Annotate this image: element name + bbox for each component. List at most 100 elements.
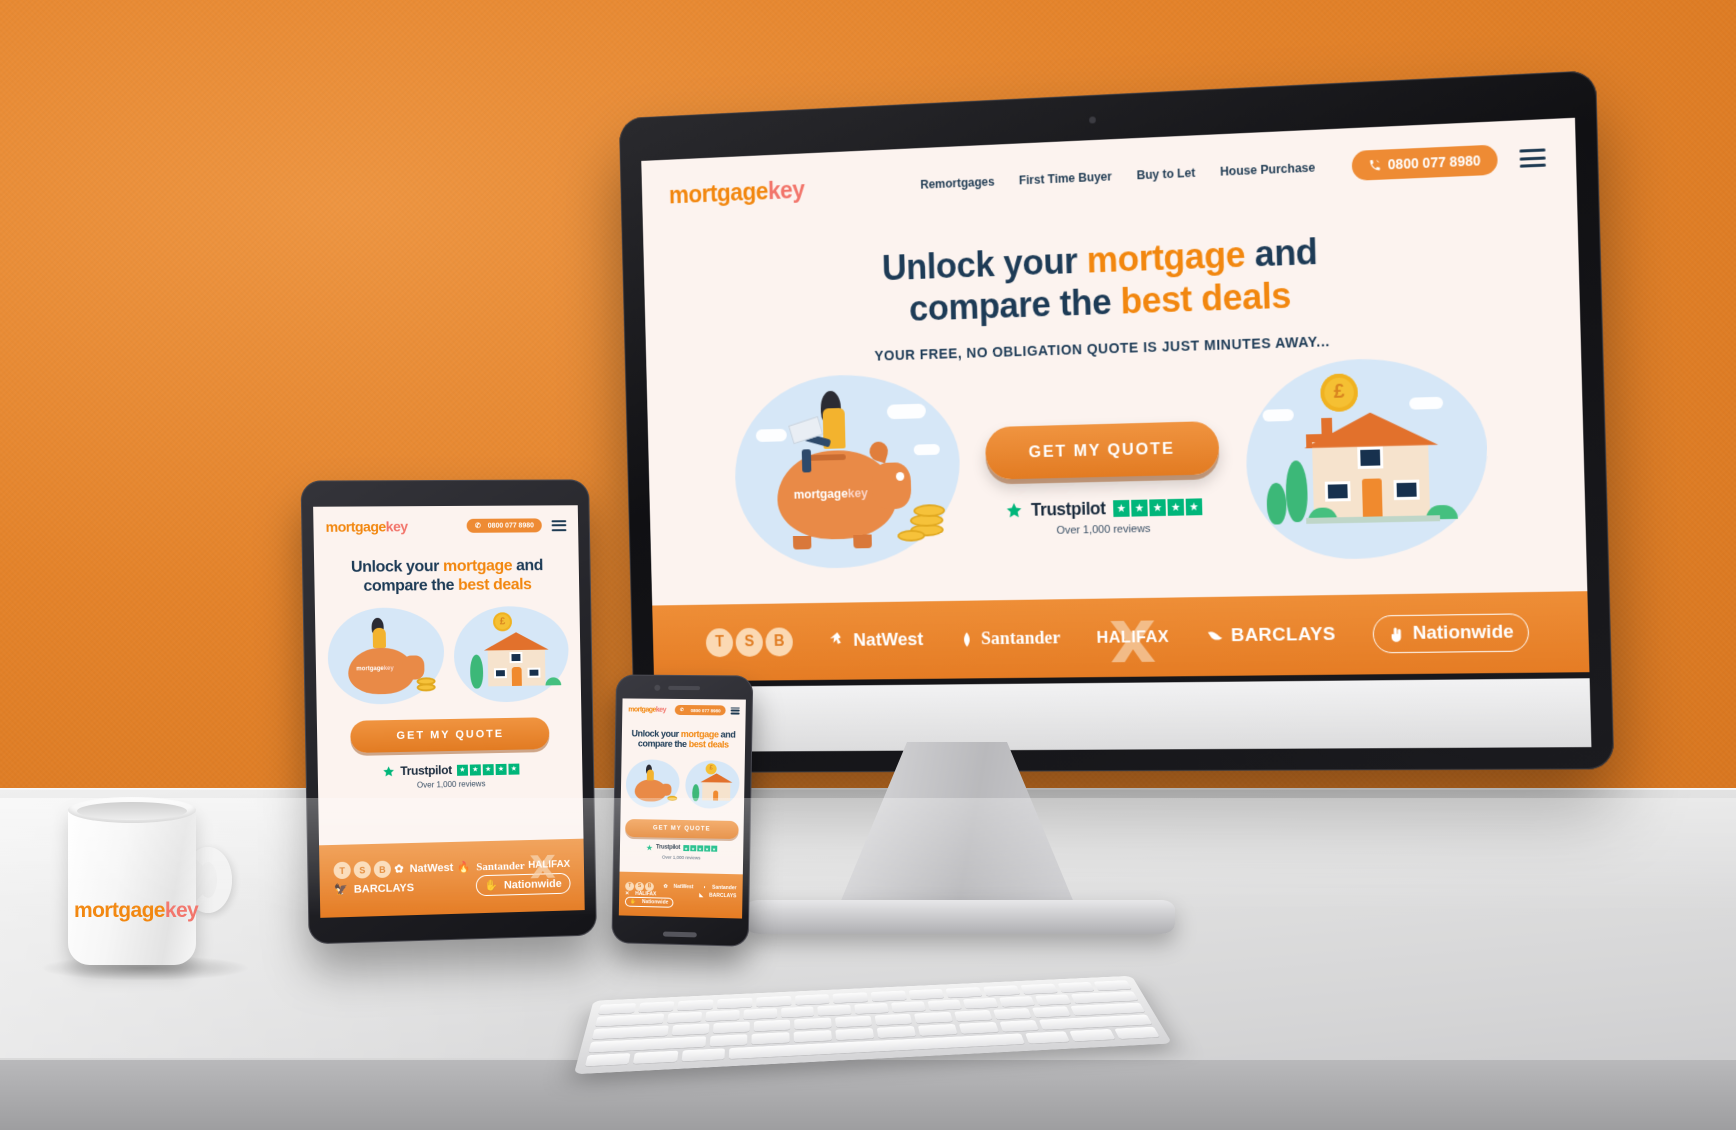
key[interactable] (1024, 1031, 1070, 1044)
coin-stack-item (667, 795, 678, 801)
key[interactable] (1113, 1026, 1160, 1040)
piggy-label-secondary: key (383, 665, 394, 673)
key[interactable] (633, 1050, 679, 1064)
key[interactable] (780, 1006, 815, 1018)
key[interactable] (794, 994, 830, 1006)
mobile-piggy-illustration (625, 759, 680, 808)
key[interactable] (712, 1021, 750, 1034)
key[interactable] (890, 1001, 926, 1013)
key[interactable] (870, 990, 907, 1002)
key[interactable] (817, 1004, 852, 1016)
nav-item-remortgages[interactable]: Remortgages (920, 175, 995, 192)
tablet-site-header: mortgagekey ✆ 0800 077 8980 (313, 505, 578, 547)
mobile-phone-cta-button[interactable]: ✆ 0800 077 8980 (674, 704, 726, 716)
house-door (1361, 478, 1383, 519)
key[interactable] (591, 1025, 669, 1040)
trustpilot-stars: ★ ★ ★ ★ ★ (1113, 498, 1203, 517)
phone-cta-button[interactable]: 0800 077 8980 (1351, 144, 1498, 181)
star-icon: ★ (683, 845, 690, 852)
key[interactable] (717, 997, 753, 1009)
key[interactable] (756, 995, 792, 1007)
key[interactable] (751, 1032, 791, 1045)
mug-body (68, 805, 196, 965)
tablet-get-my-quote-button[interactable]: GET MY QUOTE (350, 717, 550, 754)
piggy-label-primary: mortgage (793, 485, 848, 502)
key[interactable] (874, 1013, 913, 1026)
key[interactable] (927, 999, 963, 1011)
trustpilot-widget[interactable]: Trustpilot ★ ★ ★ ★ ★ Over 1,000 reviews (1004, 496, 1203, 537)
key[interactable] (854, 1002, 889, 1015)
key[interactable] (705, 1009, 740, 1022)
key[interactable] (834, 1015, 873, 1028)
key[interactable] (595, 1013, 665, 1027)
bank-name-label: Nationwide (641, 898, 669, 906)
key[interactable] (1034, 994, 1071, 1006)
logo-text-primary: mortgage (668, 177, 769, 209)
star-icon: ★ (1113, 499, 1130, 517)
tablet-hamburger-menu-icon[interactable] (551, 519, 567, 531)
mobile-trustpilot-widget[interactable]: ★ Trustpilot ★ ★ ★ ★ ★ Over 1,000 review… (646, 843, 718, 860)
bank-logo-barclays: ◣ BARCLAYS (699, 892, 736, 899)
key[interactable] (999, 996, 1035, 1007)
hamburger-menu-icon[interactable] (1519, 148, 1546, 168)
key[interactable] (1020, 983, 1058, 995)
key[interactable] (914, 1011, 953, 1024)
bank-logo-natwest: ✿ NatWest (394, 861, 453, 875)
key[interactable] (917, 1023, 958, 1036)
star-icon: ★ (1149, 498, 1166, 517)
key[interactable] (1093, 980, 1132, 991)
key[interactable] (1031, 1006, 1072, 1018)
key[interactable] (832, 992, 869, 1004)
key[interactable] (743, 1008, 777, 1020)
key[interactable] (671, 1023, 710, 1036)
key[interactable] (983, 985, 1021, 996)
key[interactable] (835, 1027, 875, 1041)
key[interactable] (958, 1021, 999, 1034)
key[interactable] (793, 1030, 833, 1043)
tablet-brand-logo[interactable]: mortgagekey (325, 518, 407, 535)
house-window-right (527, 667, 541, 678)
key[interactable] (584, 1053, 632, 1067)
imac-screen: mortgagekey Remortgages First Time Buyer… (641, 117, 1590, 682)
key[interactable] (709, 1034, 748, 1047)
star-icon: ★ (1167, 498, 1185, 516)
mobile-get-my-quote-button[interactable]: GET MY QUOTE (625, 818, 739, 839)
key[interactable] (999, 1019, 1040, 1032)
key[interactable] (992, 1008, 1032, 1020)
bank-name-label: Santander (980, 627, 1061, 650)
get-my-quote-button[interactable]: GET MY QUOTE (984, 420, 1220, 480)
hero-text-highlight-1: mortgage (1086, 234, 1246, 281)
key[interactable] (908, 988, 945, 1000)
key[interactable] (1070, 1002, 1146, 1016)
key[interactable] (598, 1003, 636, 1015)
key[interactable] (963, 997, 999, 1009)
nav-item-buy-to-let[interactable]: Buy to Let (1136, 166, 1195, 182)
bank-name-label: HALIFAX (1096, 627, 1170, 647)
key[interactable] (667, 1011, 703, 1024)
key[interactable] (953, 1009, 993, 1022)
key[interactable] (876, 1025, 916, 1039)
mobile-brand-logo[interactable]: mortgagekey (628, 706, 666, 713)
piggy-eye (895, 471, 905, 481)
piggy-brand-label: mortgagekey (356, 666, 394, 673)
nav-item-first-time-buyer[interactable]: First Time Buyer (1019, 170, 1112, 188)
nav-item-house-purchase[interactable]: House Purchase (1220, 161, 1315, 179)
key[interactable] (754, 1019, 791, 1032)
bank-logo-santander: Santander (958, 627, 1061, 651)
key[interactable] (1069, 1028, 1115, 1042)
key[interactable] (1070, 991, 1139, 1004)
key[interactable] (638, 1001, 675, 1013)
key[interactable] (945, 987, 983, 998)
tablet-phone-cta-button[interactable]: ✆ 0800 077 8980 (466, 518, 542, 533)
key[interactable] (794, 1017, 832, 1030)
mobile-hamburger-menu-icon[interactable] (730, 706, 740, 715)
key[interactable] (677, 999, 714, 1011)
tablet-trustpilot-widget[interactable]: Trustpilot ★ ★ ★ ★ ★ Over 1,000 reviews (382, 762, 520, 791)
brand-logo[interactable]: mortgagekey (669, 176, 805, 210)
key[interactable] (681, 1048, 726, 1062)
hero-text-b: and (718, 729, 736, 740)
mug-brand-logo: mortgagekey (74, 899, 199, 923)
mug-interior (77, 802, 187, 820)
trustpilot-stars: ★ ★ ★ ★ ★ (456, 763, 520, 776)
key[interactable] (1057, 981, 1095, 993)
